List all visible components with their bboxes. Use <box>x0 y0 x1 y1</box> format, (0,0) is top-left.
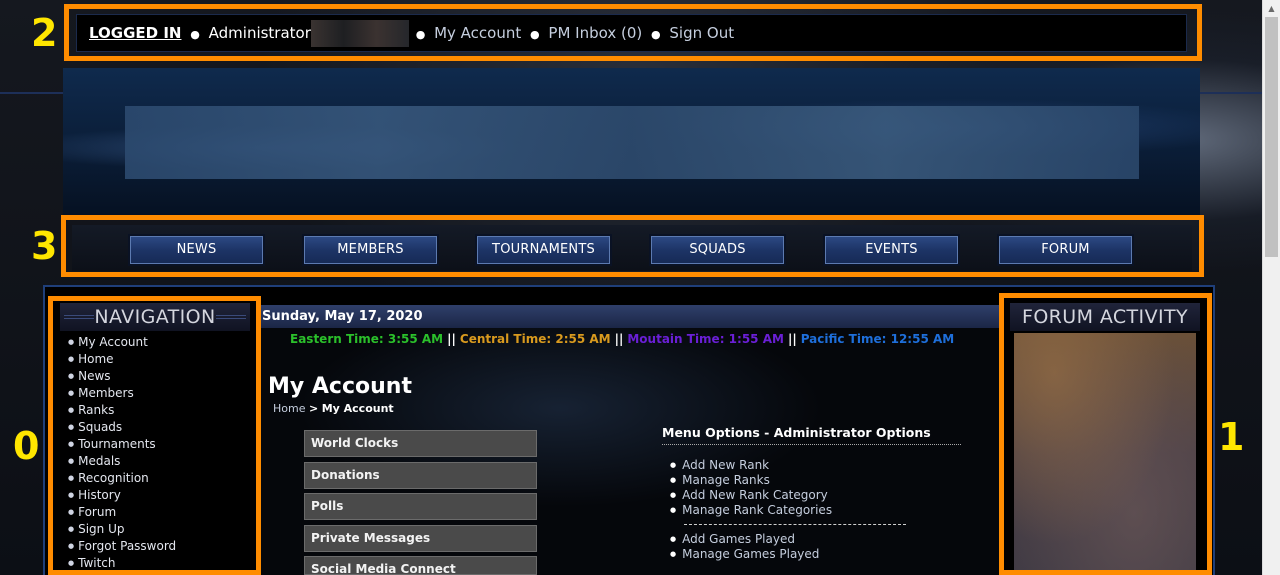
time-separator: || <box>787 332 797 346</box>
option-add-games-played[interactable]: ● Add Games Played <box>670 532 819 547</box>
option-add-new-rank[interactable]: ● Add New Rank <box>670 458 832 473</box>
world-times: Eastern Time: 3:55 AM || Central Time: 2:5… <box>290 332 954 346</box>
label-marker-0: 0 <box>13 424 40 468</box>
page-title: My Account <box>268 374 412 399</box>
label-marker-1: 1 <box>1218 415 1245 459</box>
donations-button[interactable]: Donations <box>304 462 537 489</box>
breadcrumb-current: My Account <box>321 402 394 415</box>
highlight-box-nav-bar <box>61 215 1204 277</box>
games-options-list: ● Add Games Played ● Manage Games Played <box>670 532 819 562</box>
option-manage-games-played[interactable]: ● Manage Games Played <box>670 547 819 562</box>
private-messages-button[interactable]: Private Messages <box>304 525 537 552</box>
label-marker-2: 2 <box>31 11 58 55</box>
scrollbar-thumb[interactable] <box>1265 17 1278 257</box>
highlight-box-top-bar <box>64 4 1202 61</box>
breadcrumb-home-link[interactable]: Home <box>273 402 305 415</box>
option-manage-rank-categories[interactable]: ● Manage Rank Categories <box>670 503 832 518</box>
time-separator: || <box>614 332 624 346</box>
scroll-up-icon[interactable]: ▲ <box>1263 0 1280 17</box>
option-add-new-rank-category[interactable]: ● Add New Rank Category <box>670 488 832 503</box>
options-divider <box>684 524 906 525</box>
eastern-time: Eastern Time: 3:55 AM <box>290 332 444 346</box>
breadcrumb: Home > My Account <box>273 402 394 415</box>
polls-button[interactable]: Polls <box>304 493 537 520</box>
rank-options-list: ● Add New Rank ● Manage Ranks ● Add New Ran… <box>670 458 832 518</box>
menu-options-title: Menu Options - Administrator Options <box>662 425 961 445</box>
pacific-time: Pacific Time: 12:55 AM <box>800 332 955 346</box>
social-media-connect-button[interactable]: Social Media Connect <box>304 556 537 575</box>
label-marker-3: 3 <box>31 224 58 268</box>
world-clocks-button[interactable]: World Clocks <box>304 430 537 457</box>
mountain-time: Moutain Time: 1:55 AM <box>627 332 784 346</box>
option-manage-ranks[interactable]: ● Manage Ranks <box>670 473 832 488</box>
time-separator: || <box>447 332 456 346</box>
central-time: Central Time: 2:55 AM <box>459 332 611 346</box>
banner-logo <box>125 106 1139 179</box>
date-bar: Sunday, May 17, 2020 <box>260 305 1000 328</box>
highlight-box-forum-activity <box>999 293 1212 575</box>
highlight-box-navigation <box>48 296 261 575</box>
breadcrumb-separator: > <box>308 402 319 415</box>
page-scrollbar[interactable]: ▲ <box>1262 0 1280 575</box>
